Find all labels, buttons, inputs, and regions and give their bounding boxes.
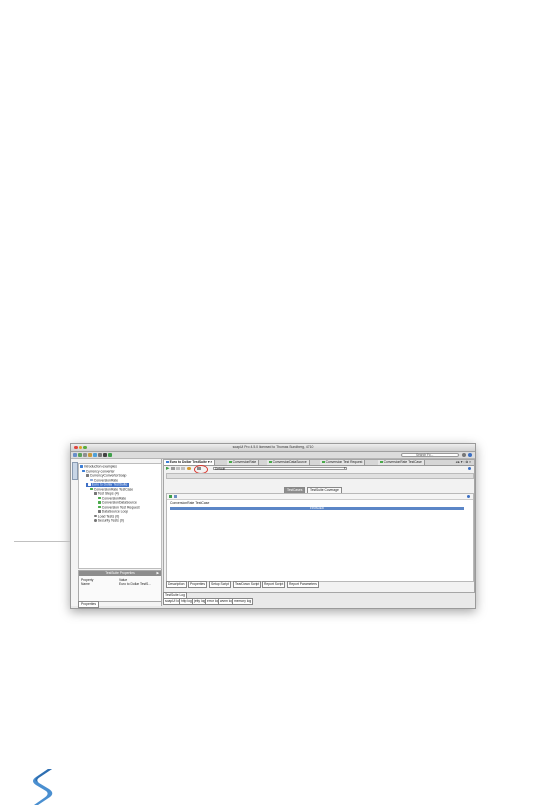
tree-item-label: CurrencyConvertorSoap bbox=[89, 473, 127, 478]
trial-icon[interactable] bbox=[93, 453, 97, 457]
logo-icon bbox=[33, 769, 53, 805]
tab-description[interactable]: Description bbox=[166, 581, 187, 588]
tab-setup-script[interactable]: Setup Script bbox=[209, 581, 231, 588]
tab-conversionrate-testcase[interactable]: ConversionRate TestCase bbox=[378, 460, 425, 465]
navigator-panel: Introduction examples Currency converter… bbox=[71, 459, 162, 608]
add-testcase-icon[interactable] bbox=[187, 466, 191, 470]
tree-item-label: Euro to Dollar TestSuite bbox=[91, 482, 128, 487]
tab-label: ConversionRate TestCase bbox=[383, 460, 422, 464]
interface-icon bbox=[86, 474, 89, 477]
soapui-window: soapUI Pro 4.5.0 licensed to Thomas Sund… bbox=[70, 443, 476, 609]
inspector-header: TestSuite Properties bbox=[79, 571, 161, 576]
save-icon[interactable] bbox=[83, 453, 87, 457]
info-icon[interactable] bbox=[466, 494, 470, 498]
properties-tab[interactable]: Properties bbox=[78, 601, 100, 608]
request-icon bbox=[98, 505, 101, 509]
main-toolbar: Search Fo... bbox=[71, 452, 475, 459]
parallel-icon[interactable] bbox=[181, 466, 185, 470]
environment-select[interactable]: Default bbox=[213, 466, 347, 470]
tab-report-parameters[interactable]: Report Parameters bbox=[287, 581, 319, 588]
testsuite-log-bar: TestSuite Log bbox=[163, 592, 473, 599]
window-title: soapUI Pro 4.5.0 licensed to Thomas Sund… bbox=[232, 444, 314, 449]
properties-inspector: TestSuite Properties ▶ Property Value Na… bbox=[78, 570, 162, 602]
search-icon[interactable] bbox=[462, 453, 466, 457]
operation-icon bbox=[90, 478, 93, 482]
datasource-icon bbox=[98, 501, 101, 504]
import-icon[interactable] bbox=[78, 453, 82, 457]
tree-item[interactable]: Security Tests (0) bbox=[94, 518, 124, 523]
testcase-icon bbox=[380, 460, 383, 464]
edit-icon[interactable] bbox=[169, 494, 172, 498]
testcase-icon bbox=[90, 487, 93, 491]
tab-report-script[interactable]: Report Script bbox=[262, 581, 286, 588]
testsuite-editor: Euro to Dollar TestSuite ▾ × ConversionR… bbox=[163, 459, 475, 593]
project-tree: Introduction examples Currency converter… bbox=[78, 463, 162, 569]
tree-item-label: Introduction examples bbox=[83, 464, 117, 469]
tab-teardown-script[interactable]: TearDown Script bbox=[233, 581, 262, 588]
tree-item-label: Currency converter bbox=[85, 468, 115, 473]
tree-item-label: Security Tests (0) bbox=[97, 518, 124, 523]
project-icon bbox=[82, 469, 85, 473]
chevron-down-icon[interactable]: ▾ bbox=[344, 466, 346, 470]
property-name: Name bbox=[81, 582, 90, 586]
tab-conversiondatasource[interactable]: ConversionDataSource bbox=[267, 460, 310, 465]
testsuite-icon bbox=[166, 460, 169, 464]
proxy-icon[interactable] bbox=[103, 453, 107, 457]
title-bar: soapUI Pro 4.5.0 licensed to Thomas Sund… bbox=[71, 444, 475, 452]
exit-icon[interactable] bbox=[108, 453, 112, 457]
securitytest-icon bbox=[94, 519, 97, 522]
tree-item-label: ConversionRate TestCase bbox=[93, 486, 134, 491]
testsuite-icon bbox=[88, 483, 91, 486]
filter-icon[interactable] bbox=[174, 494, 177, 498]
loadtest-icon bbox=[94, 514, 97, 518]
run-toolbar: Default ▾ bbox=[166, 464, 472, 474]
tab-properties[interactable]: Properties bbox=[188, 581, 208, 588]
preferences-icon[interactable] bbox=[98, 453, 102, 457]
test-steps-icon bbox=[94, 492, 97, 495]
forum-icon[interactable] bbox=[88, 453, 92, 457]
tree-item-label: DataSource Loop bbox=[101, 509, 129, 514]
tab-label: ConversionDataSource bbox=[272, 460, 307, 464]
tab-label: Conversion Test Request bbox=[325, 460, 363, 464]
loop-icon bbox=[98, 510, 101, 513]
testcase-name[interactable]: ConversionRate TestCase bbox=[170, 501, 209, 506]
panel-toolbar bbox=[167, 494, 473, 500]
datasource-icon bbox=[269, 460, 272, 464]
testcase-progress-bar: FINISHED bbox=[170, 506, 464, 510]
tab-label: ConversionRate bbox=[232, 460, 257, 464]
tab-label: Euro to Dollar TestSuite bbox=[169, 460, 207, 464]
tree-item-label: Conversion Test Request bbox=[101, 504, 140, 509]
search-forum-input[interactable]: Search Fo... bbox=[401, 452, 459, 457]
teststep-icon bbox=[98, 496, 101, 500]
progress-bar bbox=[166, 473, 474, 479]
stop-icon[interactable] bbox=[171, 466, 175, 470]
tree-item-label: ConversionDataSource bbox=[101, 500, 137, 505]
tab-memory-log[interactable]: memory log bbox=[232, 598, 254, 605]
teststep-icon bbox=[229, 460, 232, 464]
new-project-icon[interactable] bbox=[73, 453, 77, 457]
property-value[interactable]: Euro to Dollar TestS... bbox=[119, 582, 151, 587]
tree-item-label: ConversionRate bbox=[93, 477, 119, 482]
tab-conversion-test-request[interactable]: Conversion Test Request bbox=[320, 460, 366, 465]
testcases-panel: ConversionRate TestCase FINISHED bbox=[166, 493, 474, 582]
workspace-icon bbox=[80, 465, 83, 468]
request-icon bbox=[322, 460, 325, 464]
tree-item-label: ConversionRate bbox=[101, 495, 127, 500]
tree-item-label: Test Steps (4) bbox=[97, 491, 119, 496]
tree-item-label: Load Tests (0) bbox=[97, 513, 120, 518]
tab-conversionrate[interactable]: ConversionRate bbox=[227, 460, 260, 465]
sequential-icon[interactable] bbox=[176, 466, 180, 470]
bottom-tabs: Description Properties Setup Script Tear… bbox=[166, 581, 472, 588]
log-tabs: soapUI log http log jetty log error log … bbox=[163, 598, 473, 605]
inspector-toggle-icon[interactable]: ▶ bbox=[156, 571, 159, 576]
tab-euro-to-dollar-testsuite[interactable]: Euro to Dollar TestSuite ▾ × bbox=[164, 460, 216, 465]
help-icon[interactable] bbox=[468, 453, 472, 457]
help-icon[interactable] bbox=[467, 466, 471, 470]
tab-navigation-controls[interactable]: ◂ ▸ ▾ ▫ ⊗ × bbox=[456, 460, 471, 465]
run-icon[interactable] bbox=[166, 466, 170, 470]
divider-line bbox=[14, 541, 70, 542]
